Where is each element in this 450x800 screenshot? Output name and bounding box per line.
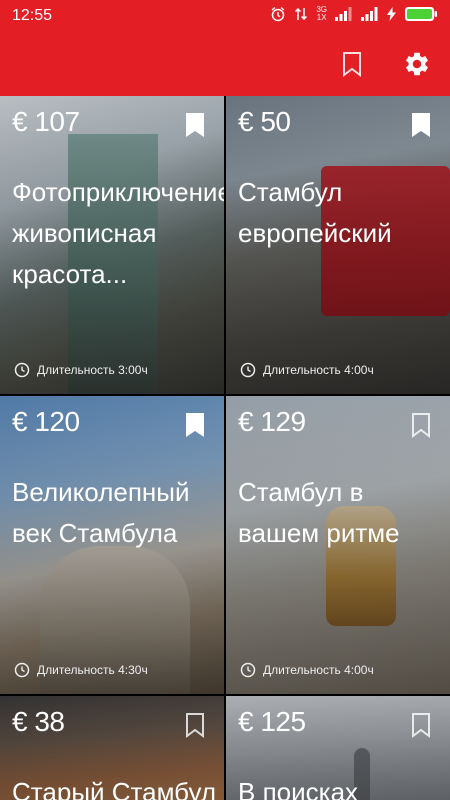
bookmark-outline-icon[interactable] [410,712,432,738]
tour-price: € 120 [12,406,80,437]
bookmark-outline-icon [343,52,361,77]
tour-card[interactable]: € 107 Фотоприключение: живописная красот… [0,96,224,394]
tour-title: В поисках [238,777,359,800]
network-type-label: 3G 1X [316,5,327,22]
charging-icon [387,7,396,21]
tour-title: Старый Стамбул [12,777,217,800]
bookmark-outline-icon[interactable] [184,712,206,738]
bookmark-filled-icon[interactable] [410,112,432,138]
tour-card[interactable]: € 38 Старый Стамбул [0,696,224,800]
tour-card[interactable]: € 50 Стамбул европейский Длительность 4:… [226,96,450,394]
gear-icon [406,52,428,76]
signal-icon-2 [361,7,379,21]
tour-duration: Длительность 4:30ч [14,662,148,678]
tour-duration: Длительность 3:00ч [14,362,148,378]
tour-title: Великолепный век Стамбула [12,477,190,548]
data-transfer-icon [294,6,308,22]
clock-icon [14,362,30,378]
tour-price: € 38 [12,706,65,737]
status-icons: 3G 1X [270,6,438,22]
tour-price: € 125 [238,706,306,737]
tour-card[interactable]: € 120 Великолепный век Стамбула Длительн… [0,396,224,694]
battery-icon [404,6,438,22]
app-bar [0,32,450,96]
status-bar: 12:55 3G 1X [0,0,450,32]
bookmarks-button[interactable] [336,48,368,80]
signal-icon-1 [335,7,353,21]
clock-icon [14,662,30,678]
bookmark-filled-icon[interactable] [184,412,206,438]
tour-card[interactable]: € 125 В поисках [226,696,450,800]
bookmark-filled-icon[interactable] [184,112,206,138]
tour-duration: Длительность 4:00ч [240,362,374,378]
status-time: 12:55 [12,7,53,24]
tour-title: Стамбул европейский [238,177,392,248]
tour-price: € 50 [238,106,291,137]
tour-card[interactable]: € 129 Стамбул в вашем ритме Длительность… [226,396,450,694]
bookmark-outline-icon[interactable] [410,412,432,438]
tour-price: € 129 [238,406,306,437]
tour-price: € 107 [12,106,80,137]
tour-duration: Длительность 4:00ч [240,662,374,678]
tour-title: Стамбул в вашем ритме [238,477,400,548]
alarm-icon [270,6,286,22]
settings-button[interactable] [401,48,433,80]
tour-grid: € 107 Фотоприключение: живописная красот… [0,96,450,800]
clock-icon [240,362,256,378]
tour-title: Фотоприключение: живописная красота... [12,177,224,289]
clock-icon [240,662,256,678]
